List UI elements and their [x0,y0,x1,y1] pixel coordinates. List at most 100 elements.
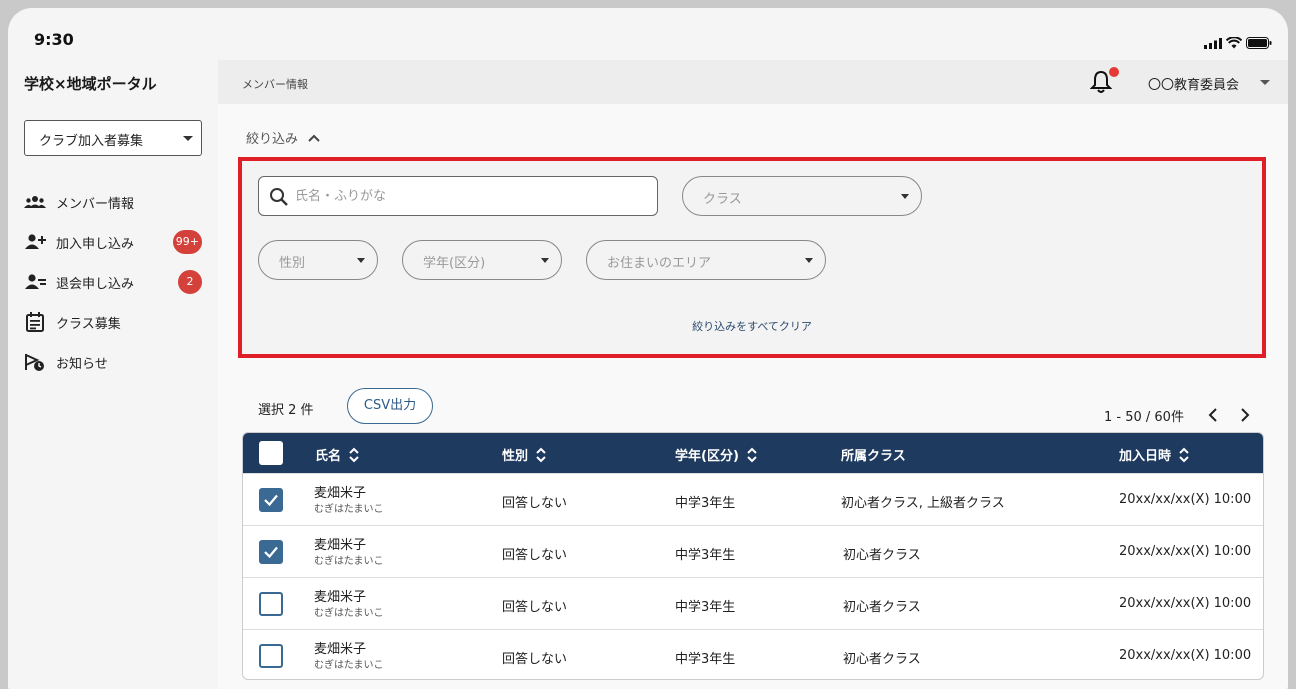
table-row[interactable]: 麦畑米子 むぎはたまいこ 回答しない 中学3年生 初心者クラス, 上級者クラス … [243,473,1263,525]
column-header-class: 所属クラス [841,445,906,464]
app-title: 学校×地域ポータル [24,75,157,93]
calendar-list-icon [26,312,44,332]
column-label: 氏名 [315,449,342,464]
column-label: 学年(区分) [675,449,739,464]
sidebar-item-notices[interactable]: お知らせ [24,342,204,382]
column-header-grade[interactable]: 学年(区分) [675,445,757,464]
search-input[interactable] [295,186,635,206]
row-checkbox[interactable] [259,488,283,512]
group-icon [24,196,46,208]
column-label: 性別 [502,449,529,464]
checkmark-icon [264,546,278,559]
member-kana: むぎはたまいこ [314,504,384,515]
search-icon [270,188,288,206]
breadcrumb: メンバー情報 [242,78,308,91]
caret-down-icon [183,136,193,141]
member-kana: むぎはたまいこ [314,608,384,619]
chevron-right-icon[interactable] [1240,408,1250,422]
cellular-signal-icon [1204,37,1222,49]
sidebar-item-leave-requests[interactable]: 退会申し込み 2 [24,262,204,302]
member-name: 麦畑米子 [314,486,367,501]
checkmark-icon [264,494,278,507]
sort-icon [747,447,757,462]
sidebar: 学校×地域ポータル クラブ加入者募集 メンバー情報 加入申し込み 99+ 退会申… [8,60,218,689]
clear-filters-link[interactable]: 絞り込みをすべてクリア [242,318,1262,334]
member-gender: 回答しない [502,600,568,615]
category-select[interactable]: クラブ加入者募集 [24,120,202,156]
person-remove-icon [25,274,46,289]
sidebar-item-class-recruit[interactable]: クラス募集 [24,302,204,342]
member-gender: 回答しない [502,652,568,667]
member-class: 初心者クラス, 上級者クラス [841,496,1005,511]
leave-count-badge: 2 [178,270,202,294]
table-row[interactable]: 麦畑米子 むぎはたまいこ 回答しない 中学3年生 初心者クラス 20xx/xx/… [243,577,1263,629]
member-class: 初心者クラス [843,548,921,563]
table-row[interactable]: 麦畑米子 むぎはたまいこ 回答しない 中学3年生 初心者クラス 20xx/xx/… [243,629,1263,679]
sidebar-item-label: お知らせ [56,356,108,372]
status-bar: 9:30 [8,8,1288,60]
area-select[interactable]: お住まいのエリア [586,240,826,280]
notice-clock-icon [25,354,44,371]
person-add-icon [25,234,46,249]
member-grade: 中学3年生 [675,548,736,563]
member-joined: 20xx/xx/xx(X) 10:00 [1119,544,1252,559]
member-kana: むぎはたまいこ [314,660,384,671]
grade-select-placeholder: 学年(区分) [423,256,486,271]
grade-select[interactable]: 学年(区分) [402,240,562,280]
filter-toggle[interactable]: 絞り込み [246,128,320,147]
column-label: 加入日時 [1119,449,1172,464]
join-count-badge: 99+ [172,230,202,254]
member-name: 麦畑米子 [314,642,367,657]
selected-count: 選択 2 件 [258,403,314,418]
filter-toggle-label: 絞り込み [246,132,299,147]
sort-icon [349,447,359,462]
table-header: 氏名 性別 学年(区分) 所属クラス 加入日時 [243,433,1263,473]
member-grade: 中学3年生 [675,496,736,511]
chevron-left-icon[interactable] [1208,408,1218,422]
column-header-joined[interactable]: 加入日時 [1119,445,1189,464]
tablet-frame: 9:30 学校×地域ポータル クラブ加入者募集 メンバー情報 加入申し込み 99… [8,8,1288,689]
class-select[interactable]: クラス [682,176,922,216]
pagination-info: 1 - 50 / 60件 [1104,410,1184,425]
organization-menu[interactable]: 〇〇教育委員会 [1148,74,1239,93]
status-icons [1204,37,1272,49]
member-name: 麦畑米子 [314,538,367,553]
member-grade: 中学3年生 [675,600,736,615]
member-grade: 中学3年生 [675,652,736,667]
row-checkbox[interactable] [259,540,283,564]
gender-select[interactable]: 性別 [258,240,378,280]
select-all-checkbox[interactable] [259,441,283,465]
column-label: 所属クラス [841,449,906,464]
status-time: 9:30 [34,30,74,49]
members-table: 氏名 性別 学年(区分) 所属クラス 加入日時 麦畑米子 むぎはたまいこ 回答し… [242,432,1264,680]
column-header-name[interactable]: 氏名 [315,445,359,464]
member-gender: 回答しない [502,496,568,511]
column-header-gender[interactable]: 性別 [502,445,546,464]
gender-select-placeholder: 性別 [279,256,306,271]
wifi-icon [1226,37,1242,49]
sidebar-item-label: 退会申し込み [56,276,135,292]
member-joined: 20xx/xx/xx(X) 10:00 [1119,596,1252,611]
sidebar-item-label: クラス募集 [56,316,121,332]
member-class: 初心者クラス [843,600,921,615]
row-checkbox[interactable] [259,644,283,668]
filter-panel: クラス 性別 学年(区分) お住まいのエリア 絞り込みをすべてクリア [238,157,1266,358]
sidebar-nav: メンバー情報 加入申し込み 99+ 退会申し込み 2 クラス募集 お知らせ [24,182,204,382]
table-row[interactable]: 麦畑米子 むぎはたまいこ 回答しない 中学3年生 初心者クラス 20xx/xx/… [243,525,1263,577]
member-gender: 回答しない [502,548,568,563]
caret-down-icon[interactable] [1260,80,1270,85]
sidebar-item-members[interactable]: メンバー情報 [24,182,204,222]
member-joined: 20xx/xx/xx(X) 10:00 [1119,492,1252,507]
chevron-up-icon [308,134,320,142]
row-checkbox[interactable] [259,592,283,616]
caret-down-icon [805,258,813,263]
sidebar-item-label: メンバー情報 [56,196,135,212]
search-box [258,176,658,216]
sidebar-item-label: 加入申し込み [56,236,135,252]
member-name: 麦畑米子 [314,590,367,605]
notification-dot [1109,67,1119,77]
caret-down-icon [901,194,909,199]
sidebar-item-join-requests[interactable]: 加入申し込み 99+ [24,222,204,262]
member-class: 初心者クラス [843,652,921,667]
csv-export-button[interactable]: CSV出力 [347,388,433,424]
